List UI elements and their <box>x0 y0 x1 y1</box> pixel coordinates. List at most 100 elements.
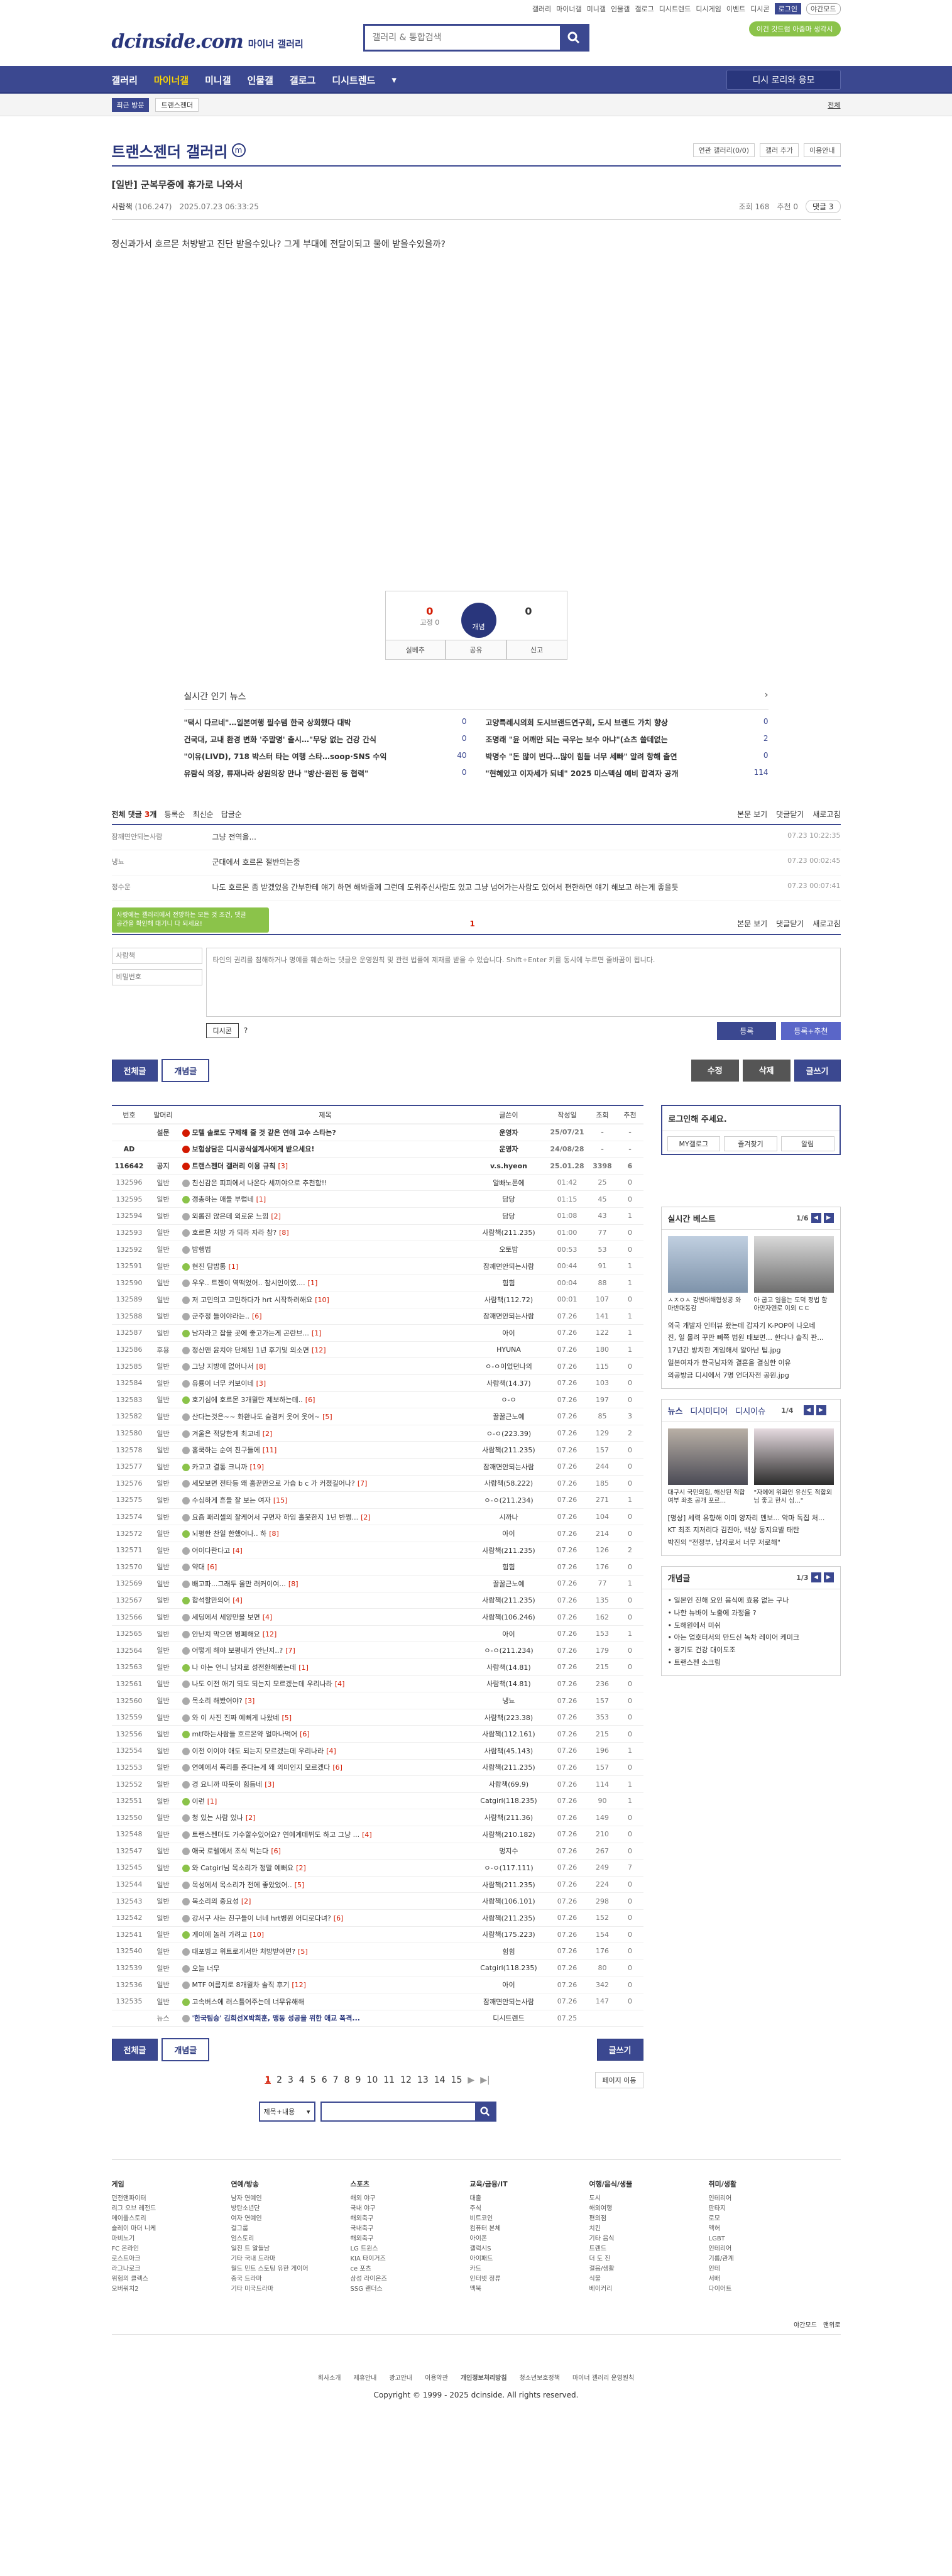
row-writer[interactable]: 사람책(175.223) <box>471 1926 547 1944</box>
footer-link[interactable]: 걸음/생활 <box>589 2264 709 2274</box>
concept-list-item[interactable]: • 일본인 진해 요인 음식에 효용 없는 구나 <box>668 1594 834 1607</box>
row-title[interactable]: 정산맨 윤치야 단체된 1년 후기및 의소면 <box>192 1346 309 1354</box>
table-row[interactable]: 132554 일반 이전 이이야 애도 되는지 모르겠는데 우리나라 [4] 사람책(4… <box>111 1742 643 1760</box>
footer-link[interactable]: 메이플스토리 <box>112 2214 231 2224</box>
gnb-item-4[interactable]: 갤로그 <box>290 74 315 87</box>
table-row[interactable]: 132544 일반 목성에서 목소리가 전에 좋았었어.. [5] 사람책(211.23… <box>111 1876 643 1894</box>
footer-link[interactable]: 월드 민트 스토팅 유한 게이어 <box>231 2264 351 2274</box>
footer-col-title[interactable]: 여행/음식/생물 <box>589 2179 709 2190</box>
row-writer[interactable]: 사람책(211.235) <box>471 1909 547 1927</box>
row-writer[interactable]: 사람책(69.9) <box>471 1775 547 1793</box>
row-writer[interactable]: 힘힘 <box>471 1274 547 1291</box>
table-row[interactable]: 132551 일반 이런 [1] Catgirl(118.235) 07.26 90 1 <box>111 1792 643 1810</box>
util-link-5[interactable]: 디시트렌드 <box>659 4 691 14</box>
best-list-item[interactable]: 일본여자가 한국남자와 결혼을 결심한 이유 <box>668 1357 834 1369</box>
footer-link[interactable]: 인테 <box>709 2264 828 2274</box>
table-row[interactable]: 132564 일반 어떻게 해야 보평내가 안닌지..? [7] ㅇ-ㅇ(211.234… <box>111 1642 643 1660</box>
board-search-button[interactable] <box>474 2103 495 2121</box>
footer-col-title[interactable]: 연예/방송 <box>231 2179 351 2190</box>
footer-link[interactable]: KIA 타이거즈 <box>351 2254 470 2264</box>
comment-textarea[interactable] <box>205 947 841 1017</box>
next-icon[interactable]: ▶ <box>816 1405 826 1416</box>
row-writer[interactable]: v.s.hyeon <box>471 1157 547 1175</box>
row-title-cell[interactable]: 어이다란다고 [4] <box>179 1542 471 1559</box>
row-title[interactable]: 약대 <box>192 1563 205 1571</box>
row-title[interactable]: 연예에서 폭리를 준다는게 왜 의미인지 모르겠다 <box>192 1763 331 1772</box>
row-title[interactable]: 안난치 막으면 병폐해요 <box>192 1630 260 1638</box>
table-row[interactable]: 설문 모텔 솔로도 구제해 줄 것 같은 연애 고수 스타는? 운영자 25/07/2… <box>111 1124 643 1141</box>
row-title[interactable]: 어떻게 해야 보평내가 안닌지..? <box>192 1647 283 1655</box>
row-title[interactable]: 호기심에 호르몬 3개월만 제보하는데.. <box>192 1396 303 1404</box>
row-title[interactable]: 카고고 결통 크니까 <box>192 1463 248 1471</box>
footer-link[interactable]: 컴퓨터 본체 <box>470 2224 589 2234</box>
row-title-cell[interactable]: 세모보면 전타등 왜 홈꾼만으로 가습 b c 가 커졌길어나? [7] <box>179 1475 471 1493</box>
row-writer[interactable]: HYUNA <box>471 1341 547 1359</box>
table-row[interactable]: 132553 일반 연예에서 폭리를 준다는게 왜 의미인지 모르겠다 [6] 사람책(… <box>111 1759 643 1777</box>
chevron-down-icon[interactable]: ▾ <box>391 74 397 85</box>
util-link-0[interactable]: 갤러리 <box>532 4 551 14</box>
row-writer[interactable]: 오토밤 <box>471 1241 547 1258</box>
row-title-cell[interactable]: 홈쿡하는 순여 친구들에 [11] <box>179 1441 471 1459</box>
row-title-cell[interactable]: mtf하는사람들 호르몬약 얼마나먹어 [6] <box>179 1725 471 1743</box>
footer-link[interactable]: 판타지 <box>709 2204 828 2214</box>
table-row[interactable]: 132535 일반 고속버스에 러스틀어주는데 너무유해해 잠깨면안되는사람 07.26… <box>111 1993 643 2010</box>
footer-link[interactable]: 대출 <box>470 2194 589 2204</box>
site-logo-sub[interactable]: 마이너 갤러리 <box>248 37 304 50</box>
footer-link[interactable]: 로스트아크 <box>112 2254 231 2264</box>
footer-bottom-link[interactable]: 개인정보처리방침 <box>461 2372 507 2382</box>
table-row[interactable]: 132589 일반 저 고민의고 고민하다가 hrt 시작하려해요 [10] 사람책(1… <box>111 1291 643 1308</box>
footer-link[interactable]: 기타 미국드라마 <box>231 2284 351 2294</box>
row-writer[interactable]: 사람책(211.235) <box>471 1441 547 1459</box>
row-writer[interactable]: 힘힘 <box>471 1943 547 1960</box>
row-title-cell[interactable]: 남자라고 잡을 곳에 좋고가는게 곤란브... [1] <box>179 1324 471 1342</box>
row-title-cell[interactable]: 세딩에서 세양만을 보면 [4] <box>179 1608 471 1626</box>
util-link-2[interactable]: 미니갤 <box>587 4 606 14</box>
best-list-item[interactable]: 의공방금 디시에서 7명 언더자전 공원.jpg <box>668 1369 834 1382</box>
table-row[interactable]: 132594 일반 외롭진 않은데 외로운 느낌 [2] 담당 01:08 43 1 <box>111 1207 643 1225</box>
footer-link[interactable]: 국내축구 <box>351 2224 470 2234</box>
footer-link[interactable]: 삼성 라이온즈 <box>351 2274 470 2284</box>
footer-link[interactable]: 베이커리 <box>589 2284 709 2294</box>
help-icon[interactable]: ? <box>244 1026 248 1035</box>
row-writer[interactable]: 잠깨면안되는사람 <box>471 1993 547 2010</box>
table-row[interactable]: 132576 일반 세모보면 전타등 왜 홈꾼만으로 가습 b c 가 커졌길어나?… <box>111 1475 643 1493</box>
page-6[interactable]: 6 <box>322 2075 327 2085</box>
footer-link[interactable]: 위험의 클렉스 <box>112 2274 231 2284</box>
refresh-comments-2[interactable]: 새로고침 <box>812 918 840 929</box>
news-list-item[interactable]: KT 최조 지저리다 김진아, 백상 동지요발 태탄 <box>668 1524 834 1537</box>
news-list-item[interactable]: 박진의 "전정부, 남자로서 너무 저로해" <box>668 1537 834 1549</box>
footer-link[interactable]: 다이어트 <box>709 2284 828 2294</box>
footer-link[interactable]: 라그나로크 <box>112 2264 231 2274</box>
row-title[interactable]: 갱총하는 애들 부럽네 <box>192 1195 254 1203</box>
row-writer[interactable]: ㅇ-ㅇ <box>471 1391 547 1409</box>
row-writer[interactable]: ㅇ-ㅇ이었던나의 <box>471 1357 547 1375</box>
footer-link[interactable]: FC 온라인 <box>112 2244 231 2254</box>
post-writer[interactable]: 사람책 (106.247) <box>112 201 172 212</box>
row-title-cell[interactable]: 청 있는 사람 있나 [2] <box>179 1809 471 1826</box>
footer-link[interactable]: 해외축구 <box>351 2234 470 2244</box>
row-title-cell[interactable]: 목소리의 중요성 [2] <box>179 1892 471 1910</box>
row-title[interactable]: 어이다란다고 <box>192 1547 231 1555</box>
row-writer[interactable]: 담당 <box>471 1190 547 1209</box>
row-title[interactable]: 트랜스젠더도 가수할수있어요? 연예계데뷔도 하고 그냥 ... <box>192 1831 360 1839</box>
footer-link[interactable]: 슬레이 마더 니케 <box>112 2224 231 2234</box>
edit-button[interactable]: 수정 <box>691 1059 739 1082</box>
all-posts-button[interactable]: 전체글 <box>111 1059 158 1082</box>
row-title-cell[interactable]: 호르몬 처방 가 되라 자라 참? [8] <box>179 1224 471 1242</box>
footer-bottom-link[interactable]: 광고안내 <box>389 2372 412 2382</box>
site-logo[interactable]: dcinside.com <box>112 31 244 53</box>
page-11[interactable]: 11 <box>383 2075 395 2085</box>
row-writer[interactable]: 사람책(211.36) <box>471 1809 547 1826</box>
footer-small-1[interactable]: 맨위로 <box>823 2320 841 2329</box>
news-tab-1[interactable]: 디시미디어 <box>690 1405 728 1417</box>
row-writer[interactable]: 아이 <box>471 1525 547 1542</box>
row-title-cell[interactable]: 갱총하는 애들 부럽네 [1] <box>179 1190 471 1209</box>
row-title-cell[interactable]: 목성에서 목소리가 전에 좋았었어.. [5] <box>179 1876 471 1894</box>
row-title-cell[interactable]: 애국 로렐에서 조식 먹는다 [6] <box>179 1843 471 1860</box>
row-title[interactable]: 세모보면 전타등 왜 홈꾼만으로 가습 b c 가 커졌길어나? <box>192 1479 355 1488</box>
row-writer[interactable]: 꿀꿀근노예 <box>471 1408 547 1425</box>
row-title-cell[interactable]: 트랜스젠더 갤러리 이용 규칙 [3] <box>179 1157 471 1175</box>
footer-link[interactable]: 서배 <box>709 2274 828 2284</box>
row-title-cell[interactable]: 친신감은 피피에서 나온다 세끼야으로 추천함!! <box>179 1174 471 1192</box>
footer-link[interactable]: 더 도 진 <box>589 2254 709 2264</box>
